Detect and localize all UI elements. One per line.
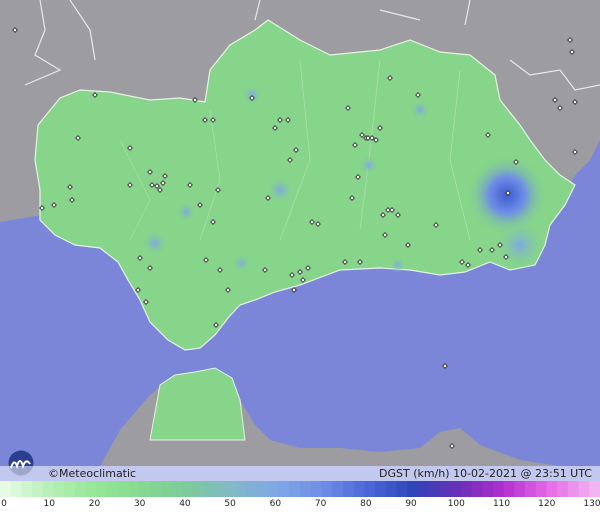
scale-swatch bbox=[342, 481, 355, 498]
scale-swatch bbox=[0, 481, 12, 498]
gust-hotspot bbox=[410, 100, 430, 120]
scale-swatch bbox=[364, 481, 376, 498]
scale-swatch bbox=[182, 481, 194, 498]
scale-tick-label: 100 bbox=[447, 499, 465, 509]
scale-tick-label: 120 bbox=[538, 499, 556, 509]
map-title: DGST (km/h) 10-02-2021 @ 23:51 UTC bbox=[379, 467, 592, 480]
scale-swatch bbox=[450, 481, 462, 498]
scale-tick-label: 10 bbox=[43, 499, 55, 509]
scale-swatch bbox=[96, 481, 108, 498]
scale-swatch bbox=[567, 481, 580, 498]
gust-hotspot bbox=[233, 254, 251, 272]
scale-swatch bbox=[535, 481, 547, 498]
gust-hotspot bbox=[242, 85, 262, 105]
scale-swatch bbox=[546, 481, 558, 498]
scale-swatch bbox=[460, 481, 472, 498]
scale-tick-label: 70 bbox=[314, 499, 327, 509]
gust-hotspot bbox=[390, 257, 406, 273]
scale-tick-label: 80 bbox=[360, 499, 372, 509]
scale-swatch bbox=[471, 481, 483, 498]
scale-swatch bbox=[257, 481, 269, 498]
scale-swatch bbox=[482, 481, 494, 498]
gust-hotspot bbox=[142, 230, 168, 256]
scale-swatch bbox=[160, 481, 172, 498]
scale-swatch bbox=[214, 481, 226, 498]
scale-swatch bbox=[310, 481, 322, 498]
scale-swatch bbox=[557, 481, 569, 498]
scale-swatch bbox=[85, 481, 97, 498]
scale-tick-label: 60 bbox=[269, 499, 282, 509]
scale-swatch bbox=[300, 481, 312, 498]
scale-swatch bbox=[278, 481, 290, 498]
scale-swatch bbox=[53, 481, 65, 498]
scale-swatch bbox=[439, 481, 451, 498]
scale-swatch bbox=[10, 481, 22, 498]
scale-swatch bbox=[332, 481, 344, 498]
scale-swatch bbox=[150, 481, 162, 498]
scale-swatch bbox=[289, 481, 301, 498]
scale-tick-label: 110 bbox=[492, 499, 511, 509]
gust-hotspot bbox=[359, 155, 379, 175]
scale-swatch bbox=[32, 481, 44, 498]
color-scale-bar bbox=[0, 481, 600, 498]
scale-swatch bbox=[139, 481, 151, 498]
scale-swatch bbox=[428, 481, 440, 498]
scale-swatch bbox=[353, 481, 365, 498]
scale-swatch bbox=[492, 481, 505, 498]
scale-swatch bbox=[235, 481, 247, 498]
scale-tick-label: 30 bbox=[133, 499, 146, 509]
scale-swatch bbox=[578, 481, 590, 498]
scale-swatch bbox=[21, 481, 33, 498]
scale-swatch bbox=[192, 481, 205, 498]
scale-tick-label: 50 bbox=[224, 499, 236, 509]
scale-swatch bbox=[107, 481, 119, 498]
scale-swatch bbox=[396, 481, 408, 498]
scale-swatch bbox=[321, 481, 333, 498]
scale-swatch bbox=[75, 481, 87, 498]
scale-swatch bbox=[246, 481, 258, 498]
scale-swatch bbox=[171, 481, 183, 498]
scale-tick-label: 0 bbox=[1, 499, 7, 509]
scale-swatch bbox=[203, 481, 215, 498]
scale-swatch bbox=[589, 481, 600, 498]
scale-swatch bbox=[407, 481, 419, 498]
scale-tick-label: 130 bbox=[583, 499, 600, 509]
gust-hotspot bbox=[176, 202, 196, 222]
scale-swatch bbox=[375, 481, 387, 498]
scale-swatch bbox=[385, 481, 397, 498]
scale-tick-label: 40 bbox=[179, 499, 191, 509]
wind-gust-map bbox=[0, 0, 600, 517]
scale-swatch bbox=[117, 481, 130, 498]
scale-swatch bbox=[525, 481, 537, 498]
scale-swatch bbox=[42, 481, 55, 498]
scale-tick-label: 90 bbox=[405, 499, 417, 509]
scale-swatch bbox=[503, 481, 515, 498]
scale-swatch bbox=[417, 481, 430, 498]
scale-swatch bbox=[64, 481, 76, 498]
info-bar: ©Meteoclimatic DGST (km/h) 10-02-2021 @ … bbox=[0, 466, 600, 481]
scale-swatch bbox=[267, 481, 280, 498]
color-scale-labels: 0 10 20 30 40 50 60 70 80 90 100 110 120 130 bbox=[0, 497, 600, 517]
scale-swatch bbox=[225, 481, 237, 498]
scale-swatch bbox=[514, 481, 526, 498]
gust-hotspot bbox=[266, 176, 294, 204]
copyright-label: ©Meteoclimatic bbox=[48, 467, 137, 480]
scale-tick-label: 20 bbox=[88, 499, 101, 509]
scale-swatch bbox=[128, 481, 140, 498]
